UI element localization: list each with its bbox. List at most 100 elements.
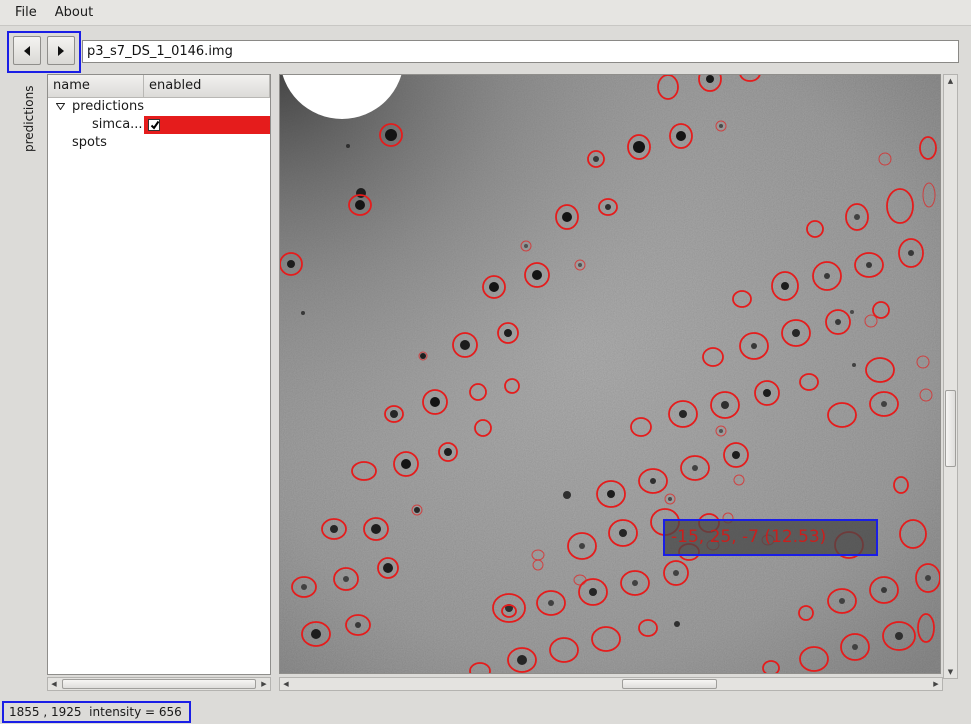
tree-item-label: spots [72, 135, 107, 150]
file-path-input[interactable] [82, 40, 959, 63]
diffraction-spot [563, 491, 571, 499]
viewer-vertical-scrollbar[interactable]: ▲ ▼ [943, 74, 958, 679]
diffraction-spot [562, 212, 572, 222]
diffraction-spot [824, 273, 830, 279]
diffraction-spot [835, 319, 841, 325]
diffraction-spot [763, 389, 771, 397]
diffraction-spot [311, 629, 321, 639]
cursor-coordinates: 1855 , 1925 [9, 705, 82, 719]
diffraction-spot [607, 490, 615, 498]
viewer-horizontal-scrollbar[interactable]: ◀ ▶ [279, 677, 943, 691]
menu-about[interactable]: About [46, 0, 102, 26]
diffraction-spot [706, 75, 714, 83]
diffraction-spot [579, 543, 585, 549]
column-header-enabled[interactable]: enabled [144, 75, 270, 97]
scrollbar-thumb[interactable] [945, 390, 956, 467]
diffraction-spot [632, 580, 638, 586]
diffraction-spot [371, 524, 381, 534]
next-image-button[interactable] [47, 36, 75, 65]
enabled-checkbox[interactable] [148, 119, 160, 131]
diffraction-spot [673, 570, 679, 576]
diffraction-spot [650, 478, 656, 484]
diffraction-spot [721, 401, 729, 409]
diffraction-spot [517, 655, 527, 665]
tree-item-spots[interactable]: spots [48, 134, 270, 152]
diffraction-spot [605, 204, 611, 210]
scroll-left-icon[interactable]: ◀ [48, 678, 60, 690]
diffraction-spot [925, 575, 931, 581]
diffraction-spot [668, 497, 672, 501]
diffraction-spot [732, 451, 740, 459]
side-tab-predictions[interactable]: predictions [14, 80, 42, 170]
diffraction-spot [633, 141, 645, 153]
diffraction-spot [792, 329, 800, 337]
tree-item-simca[interactable]: simca... [48, 116, 270, 134]
triangle-right-icon [58, 45, 64, 56]
diffraction-spot [692, 465, 698, 471]
diffraction-spot [719, 124, 723, 128]
scroll-down-icon[interactable]: ▼ [944, 666, 957, 678]
diffraction-spot [460, 340, 470, 350]
diffraction-spot [489, 282, 499, 292]
scroll-right-icon[interactable]: ▶ [258, 678, 270, 690]
diffraction-spot [414, 507, 420, 513]
diffraction-spot [346, 144, 350, 148]
column-header-name[interactable]: name [48, 75, 144, 97]
scrollbar-thumb[interactable] [62, 679, 256, 689]
expand-triangle-icon[interactable] [56, 103, 65, 110]
diffraction-spot [589, 588, 597, 596]
diffraction-spot [852, 363, 856, 367]
diffraction-spot [401, 459, 411, 469]
diffraction-spot [895, 632, 903, 640]
diffraction-image-viewer[interactable] [279, 74, 941, 674]
diffraction-spot [390, 410, 398, 418]
menu-bar: File About [0, 0, 971, 26]
diffraction-spot [881, 401, 887, 407]
scroll-left-icon[interactable]: ◀ [280, 678, 292, 690]
diffraction-spot [679, 410, 687, 418]
tree-horizontal-scrollbar[interactable]: ◀ ▶ [47, 677, 271, 691]
diffraction-spot [751, 343, 757, 349]
tree-item-predictions[interactable]: predictions [48, 98, 270, 116]
diffraction-spot [420, 353, 426, 359]
diffraction-image[interactable] [280, 75, 941, 674]
diffraction-spot [343, 576, 349, 582]
diffraction-spot [330, 525, 338, 533]
diffraction-spot [866, 262, 872, 268]
diffraction-spot [674, 621, 680, 627]
diffraction-spot [355, 200, 365, 210]
diffraction-spot [619, 529, 627, 537]
diffraction-spot [854, 214, 860, 220]
layer-tree[interactable]: name enabled predictions simca... spots [47, 74, 271, 675]
intensity-readout: intensity = 656 [89, 705, 182, 719]
diffraction-spot [578, 263, 582, 267]
scroll-right-icon[interactable]: ▶ [930, 678, 942, 690]
diffraction-spot [524, 244, 528, 248]
menu-file[interactable]: File [6, 0, 46, 26]
hkl-tooltip: -15, 25, -7 (12.53) [663, 519, 878, 556]
image-shading [280, 75, 940, 673]
diffraction-spot [385, 129, 397, 141]
diffraction-spot [908, 250, 914, 256]
status-bar: 1855 , 1925 intensity = 656 [2, 701, 191, 723]
enabled-cell[interactable] [144, 116, 270, 134]
scroll-up-icon[interactable]: ▲ [944, 75, 957, 87]
diffraction-spot [850, 310, 854, 314]
diffraction-spot [548, 600, 554, 606]
diffraction-spot [504, 329, 512, 337]
diffraction-spot [287, 260, 295, 268]
diffraction-spot [301, 311, 305, 315]
tree-item-label: simca... [92, 117, 143, 132]
tree-item-label: predictions [72, 99, 144, 114]
diffraction-spot [881, 587, 887, 593]
previous-image-button[interactable] [13, 36, 41, 65]
scrollbar-thumb[interactable] [622, 679, 717, 689]
diffraction-spot [781, 282, 789, 290]
diffraction-spot [355, 622, 361, 628]
triangle-left-icon [24, 45, 30, 56]
diffraction-spot [852, 644, 858, 650]
diffraction-spot [676, 131, 686, 141]
diffraction-spot [444, 448, 452, 456]
diffraction-spot [593, 156, 599, 162]
diffraction-spot [532, 270, 542, 280]
